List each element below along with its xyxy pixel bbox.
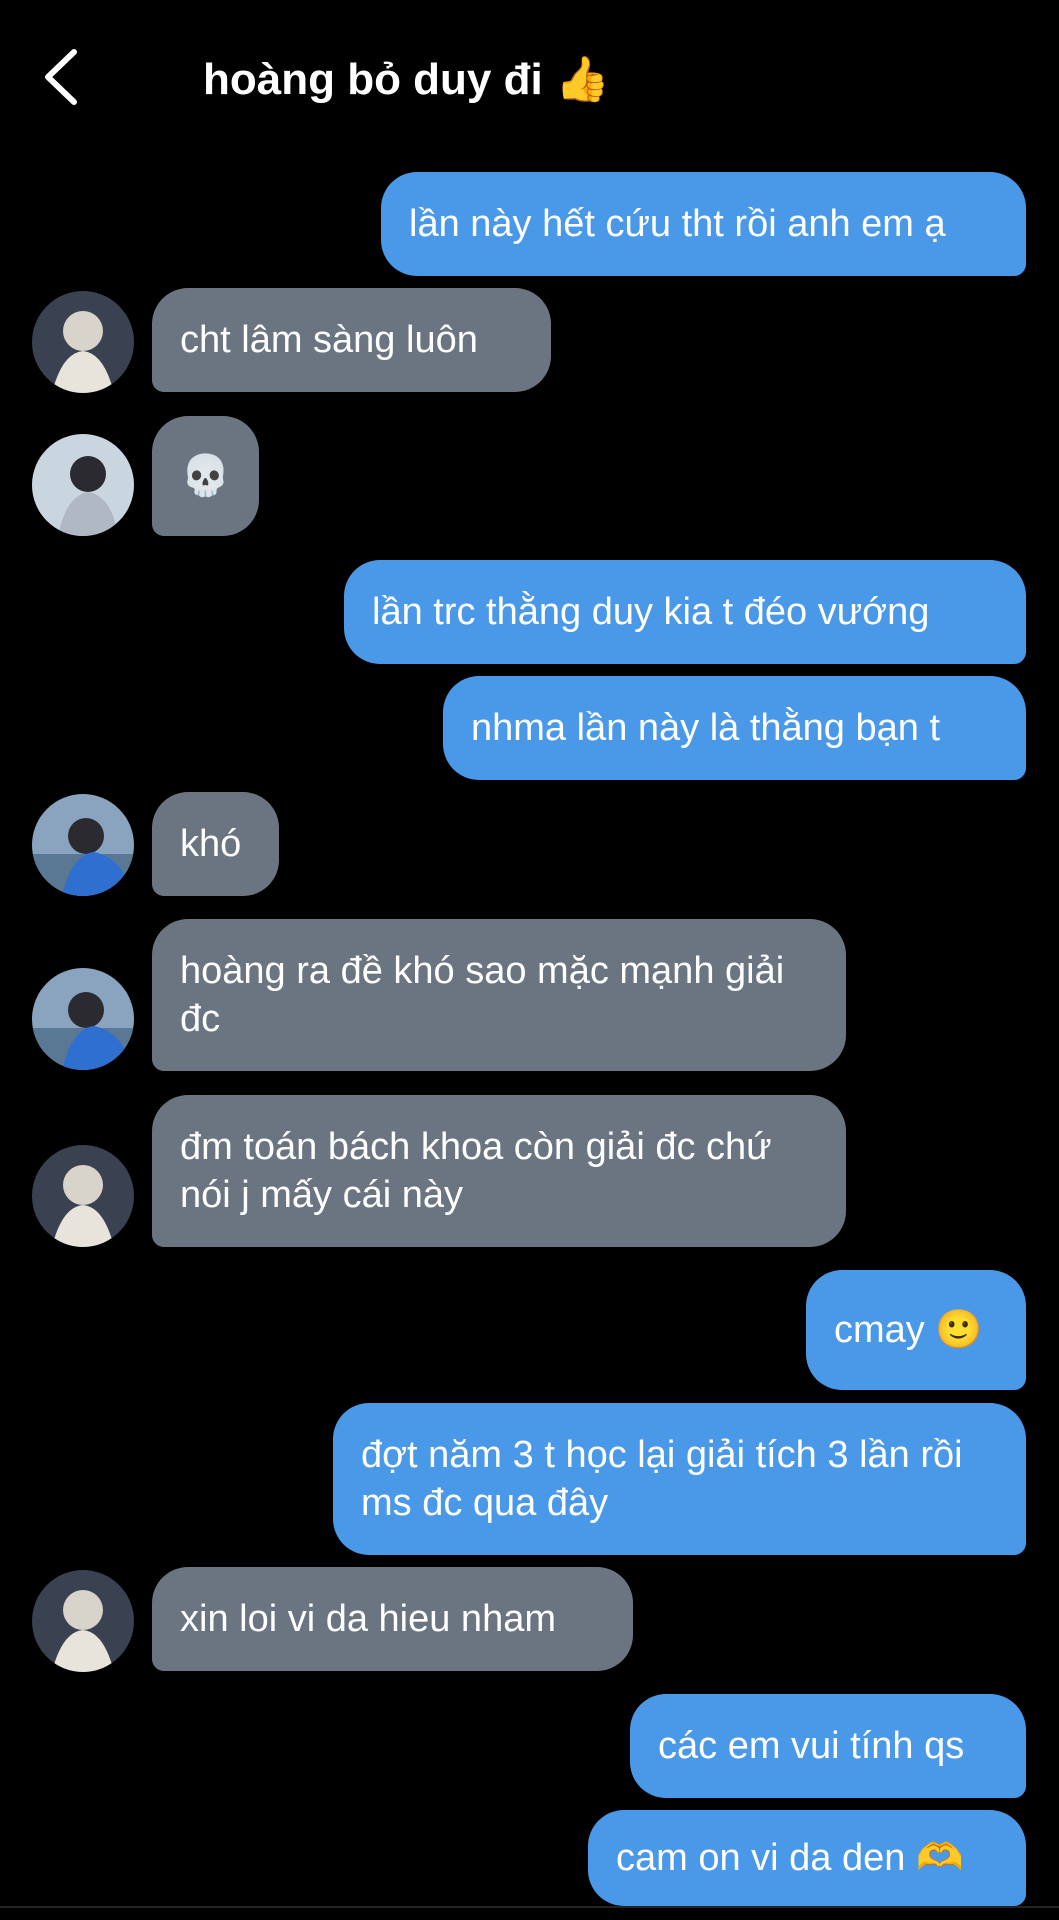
incoming-message[interactable]: xin loi vi da hieu nham (152, 1567, 633, 1671)
skull-icon: 💀 (180, 453, 231, 499)
message-text: nhma lần này là thằng bạn t (471, 707, 941, 749)
avatar[interactable] (32, 794, 134, 896)
message-text: khó (180, 823, 242, 865)
message-text: đợt năm 3 t học lại giải tích 3 lần rồi … (361, 1434, 963, 1524)
back-arrow-icon[interactable] (38, 44, 88, 110)
chat-header: hoàng bỏ duy đi 👍 (0, 0, 1059, 160)
outgoing-message[interactable]: lần trc thằng duy kia t đéo vướng (344, 560, 1026, 664)
message-text: lần trc thằng duy kia t đéo vướng (372, 591, 930, 633)
message-text: lần này hết cứu tht rồi anh em ạ (409, 203, 946, 245)
outgoing-message[interactable]: đợt năm 3 t học lại giải tích 3 lần rồi … (333, 1403, 1026, 1555)
message-text: cht lâm sàng luôn (180, 319, 478, 361)
chat-title-text: hoàng bỏ duy đi (203, 55, 543, 104)
avatar[interactable] (32, 434, 134, 536)
divider (0, 1906, 1059, 1908)
outgoing-message[interactable]: các em vui tính qs (630, 1694, 1026, 1798)
message-text: xin loi vi da hieu nham (180, 1598, 556, 1640)
avatar[interactable] (32, 1570, 134, 1672)
message-text: đm toán bách khoa còn giải đc chứ nói j … (180, 1126, 772, 1216)
thumbs-up-icon: 👍 (554, 54, 610, 105)
outgoing-message[interactable]: lần này hết cứu tht rồi anh em ạ (381, 172, 1026, 276)
incoming-message[interactable]: cht lâm sàng luôn (152, 288, 551, 392)
incoming-message[interactable]: khó (152, 792, 279, 896)
incoming-message[interactable]: hoàng ra đề khó sao mặc mạnh giải đc (152, 919, 846, 1071)
message-text: cam on vi da den 🫶 (616, 1837, 964, 1879)
message-text: cmay 🙂 (834, 1309, 983, 1351)
outgoing-message[interactable]: cam on vi da den 🫶 (588, 1810, 1026, 1906)
message-text: các em vui tính qs (658, 1725, 965, 1767)
chat-title[interactable]: hoàng bỏ duy đi 👍 (203, 50, 610, 110)
avatar[interactable] (32, 968, 134, 1070)
message-text: hoàng ra đề khó sao mặc mạnh giải đc (180, 950, 785, 1040)
incoming-message[interactable]: đm toán bách khoa còn giải đc chứ nói j … (152, 1095, 846, 1247)
avatar[interactable] (32, 291, 134, 393)
outgoing-message[interactable]: cmay 🙂 (806, 1270, 1026, 1390)
outgoing-message[interactable]: nhma lần này là thằng bạn t (443, 676, 1026, 780)
incoming-message[interactable]: 💀 (152, 416, 259, 536)
avatar[interactable] (32, 1145, 134, 1247)
